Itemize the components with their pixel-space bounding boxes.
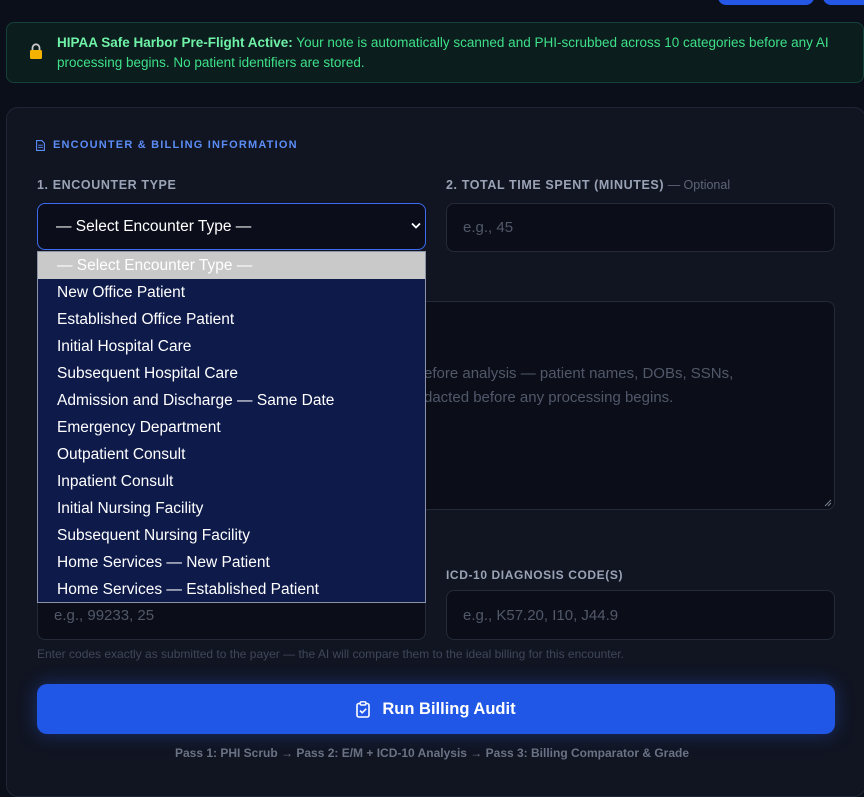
icd10-placeholder: e.g., K57.20, I10, J44.9: [463, 606, 619, 624]
encounter-option[interactable]: Home Services — Established Patient: [38, 576, 425, 603]
encounter-option[interactable]: Home Services — New Patient: [38, 549, 425, 576]
run-billing-audit-button[interactable]: Run Billing Audit: [37, 684, 835, 734]
header-button-2[interactable]: [823, 0, 864, 5]
encounter-option[interactable]: Established Office Patient: [38, 306, 425, 333]
encounter-option[interactable]: Outpatient Consult: [38, 441, 425, 468]
time-spent-label-text: 2. TOTAL TIME SPENT (MINUTES): [446, 178, 665, 192]
clipboard-check-icon: [356, 700, 371, 718]
top-bar: [0, 0, 864, 14]
encounter-option[interactable]: Initial Hospital Care: [38, 333, 425, 360]
note-placeholder-line-2: dacted before any processing begins.: [424, 389, 674, 406]
time-spent-input[interactable]: e.g., 45: [446, 203, 835, 252]
encounter-option[interactable]: Subsequent Nursing Facility: [38, 522, 425, 549]
encounter-option[interactable]: Emergency Department: [38, 414, 425, 441]
header-button-1[interactable]: [718, 0, 814, 5]
note-placeholder-line-1: efore analysis — patient names, DOBs, SS…: [424, 365, 734, 382]
time-spent-placeholder: e.g., 45: [463, 219, 514, 236]
encounter-option[interactable]: Admission and Discharge — Same Date: [38, 387, 425, 414]
encounter-option[interactable]: New Office Patient: [38, 279, 425, 306]
section-title-text: ENCOUNTER & BILLING INFORMATION: [53, 139, 298, 151]
encounter-type-select[interactable]: — Select Encounter Type —: [37, 203, 426, 250]
section-title: ENCOUNTER & BILLING INFORMATION: [36, 139, 298, 151]
icd10-codes-input[interactable]: e.g., K57.20, I10, J44.9: [446, 590, 835, 640]
codes-hint: Enter codes exactly as submitted to the …: [37, 647, 624, 661]
encounter-option[interactable]: Initial Nursing Facility: [38, 495, 425, 522]
optional-tag: — Optional: [664, 178, 731, 192]
encounter-option[interactable]: Inpatient Consult: [38, 468, 425, 495]
document-icon: [36, 139, 45, 151]
chevron-down-icon: [411, 222, 421, 229]
encounter-option[interactable]: Subsequent Hospital Care: [38, 360, 425, 387]
notice-title: HIPAA Safe Harbor Pre-Flight Active:: [57, 35, 293, 50]
encounter-selected-value: — Select Encounter Type —: [56, 217, 252, 235]
icd10-label: ICD-10 DIAGNOSIS CODE(S): [446, 568, 624, 582]
time-spent-label: 2. TOTAL TIME SPENT (MINUTES) — Optional: [446, 178, 730, 192]
encounter-type-label: 1. ENCOUNTER TYPE: [37, 178, 177, 192]
note-placeholder: efore analysis — patient names, DOBs, SS…: [424, 362, 824, 410]
resize-handle-icon[interactable]: [824, 499, 832, 507]
run-billing-audit-label: Run Billing Audit: [382, 699, 516, 718]
encounter-type-dropdown: — Select Encounter Type — New Office Pat…: [37, 251, 426, 603]
pipeline-steps: Pass 1: PHI Scrub → Pass 2: E/M + ICD-10…: [174, 746, 690, 760]
encounter-option[interactable]: — Select Encounter Type —: [38, 252, 425, 279]
hipaa-notice: HIPAA Safe Harbor Pre-Flight Active: You…: [6, 22, 864, 83]
cpt-placeholder: e.g., 99233, 25: [54, 606, 155, 624]
lock-icon: [30, 43, 42, 59]
